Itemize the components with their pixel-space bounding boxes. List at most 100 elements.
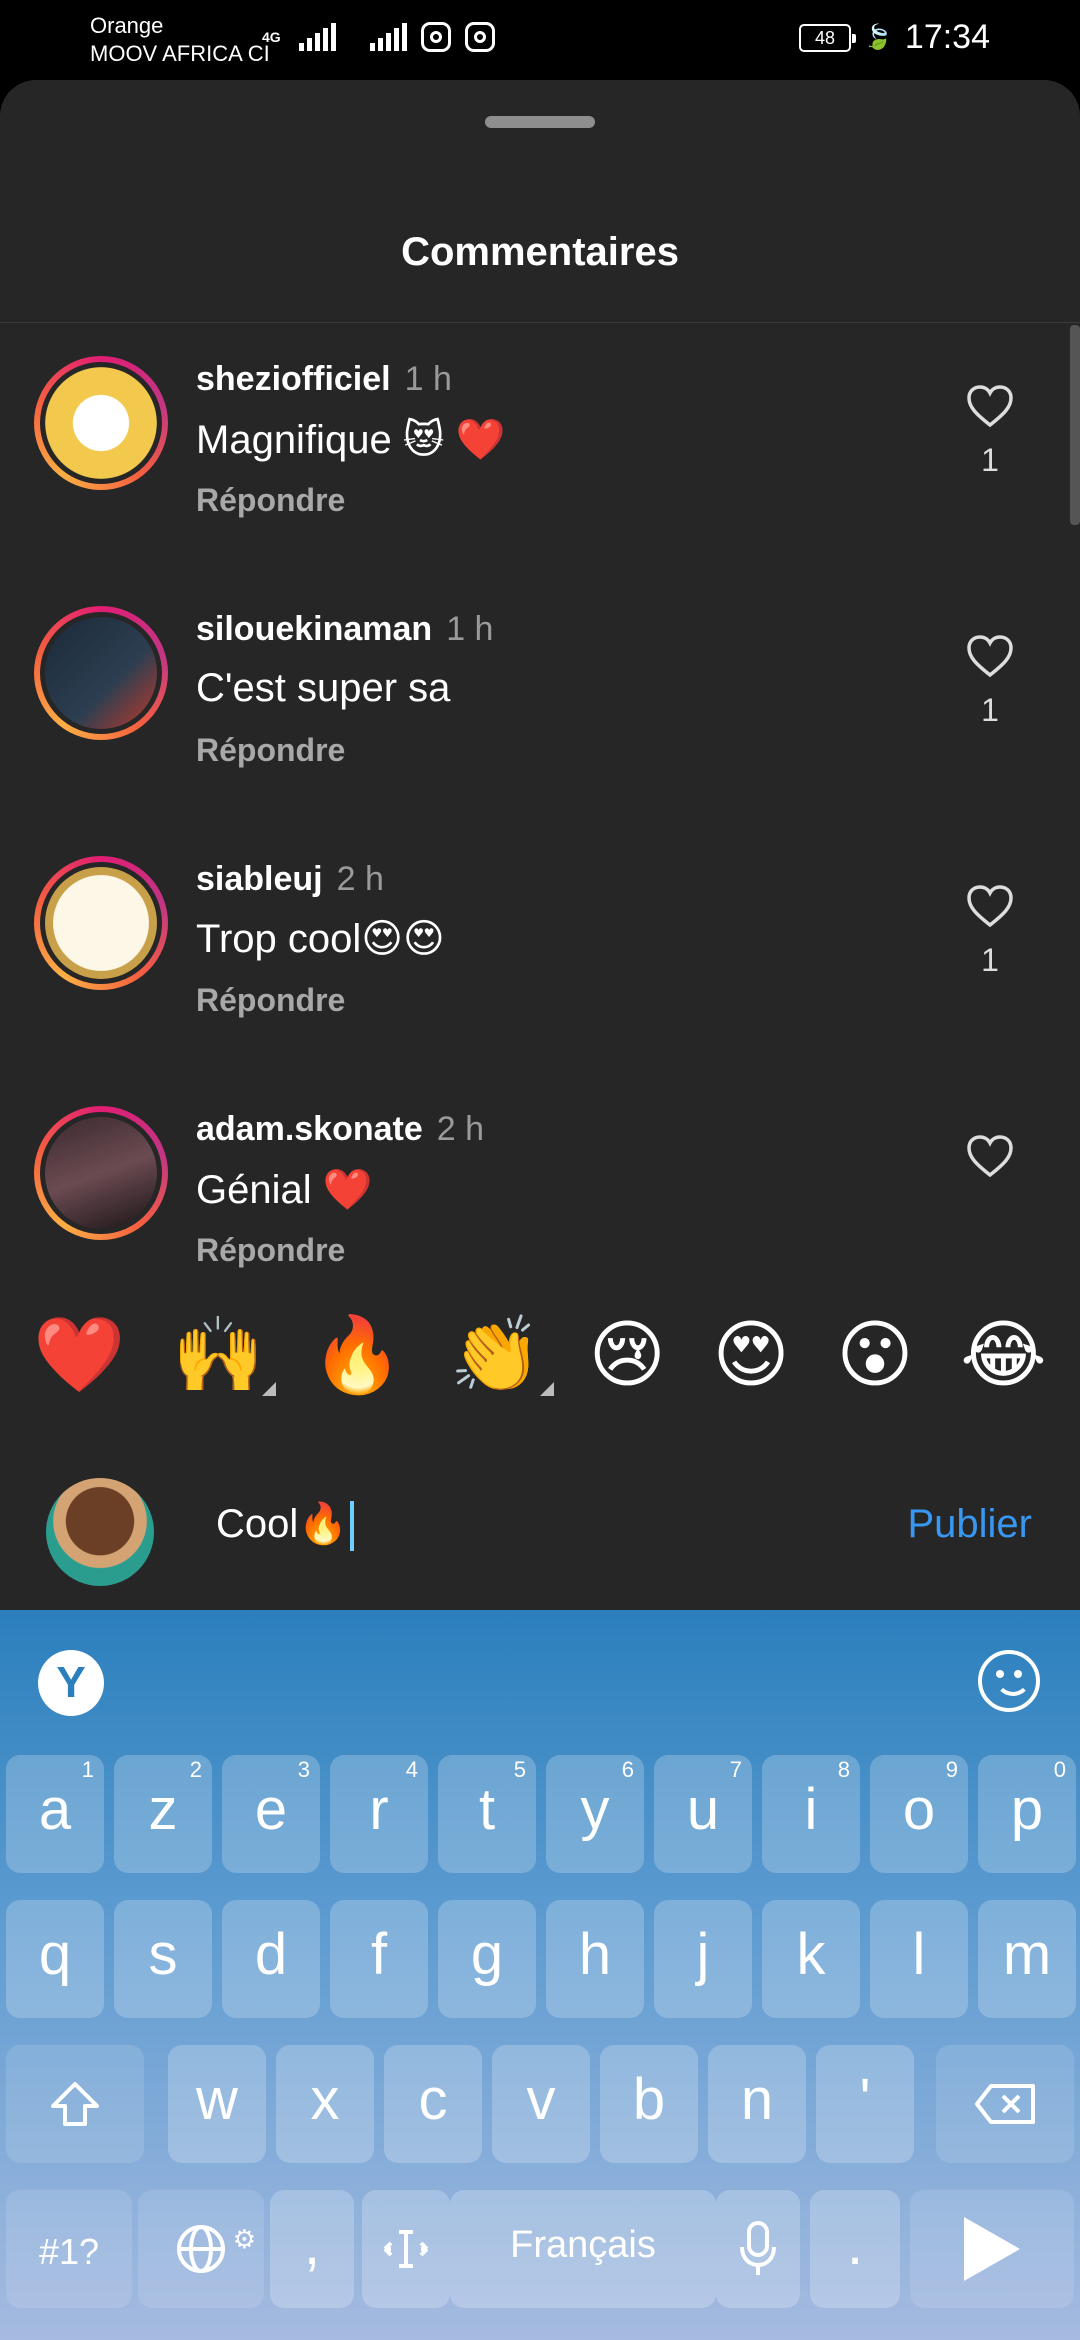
keyboard-logo-icon[interactable]: Y — [38, 1650, 104, 1716]
key-f[interactable]: f — [330, 1900, 428, 2018]
comment-input-value: Cool🔥 — [216, 1502, 349, 1546]
key-label: y — [580, 1777, 610, 1842]
comment-text: C'est super sa — [196, 666, 451, 710]
key-h[interactable]: h — [546, 1900, 644, 2018]
status-right: 48 🍃 17:34 — [799, 18, 990, 57]
comment-username[interactable]: adam.skonate — [196, 1110, 423, 1148]
like-button[interactable] — [960, 1134, 1020, 1192]
emoji-smile-icon[interactable] — [978, 1650, 1040, 1712]
comma-key[interactable]: , — [270, 2190, 354, 2308]
language-key[interactable]: ⚙ — [138, 2190, 264, 2308]
key-r[interactable]: r4 — [330, 1755, 428, 1873]
key-d[interactable]: d — [222, 1900, 320, 2018]
key-p[interactable]: p0 — [978, 1755, 1076, 1873]
comment-username[interactable]: silouekinaman — [196, 610, 432, 648]
reply-button[interactable]: Répondre — [196, 982, 345, 1019]
key-s[interactable]: s — [114, 1900, 212, 2018]
backspace-icon — [975, 2083, 1035, 2124]
key-label: u — [686, 1777, 720, 1842]
comment-item: siableuj 2 h Trop cool😍😍 Répondre 1 — [0, 822, 1080, 1072]
key-apostrophe[interactable]: ' — [816, 2045, 914, 2163]
emoji-laughing-button[interactable]: 😂 — [960, 1310, 1046, 1400]
heart-outline-icon — [967, 1135, 1013, 1178]
key-number-hint: 4 — [405, 1757, 418, 1782]
key-label: r — [369, 1777, 389, 1842]
key-number-hint: 9 — [945, 1757, 958, 1782]
emoji-surprised-button[interactable]: 😮 — [836, 1310, 913, 1400]
comment-username[interactable]: siableuj — [196, 860, 323, 898]
key-z[interactable]: z2 — [114, 1755, 212, 1873]
key-g[interactable]: g — [438, 1900, 536, 2018]
symbols-key[interactable]: #1? — [6, 2190, 132, 2308]
period-key[interactable]: . — [810, 2190, 900, 2308]
keyboard: Y a1z2e3r4t5y6u7i8o9p0 qsdfghjklm wxcvbn… — [0, 1610, 1080, 2340]
key-e[interactable]: e3 — [222, 1755, 320, 1873]
avatar[interactable] — [34, 606, 168, 740]
key-a[interactable]: a1 — [6, 1755, 104, 1873]
send-key[interactable] — [910, 2190, 1074, 2308]
key-b[interactable]: b — [600, 2045, 698, 2163]
sheet-grabber[interactable] — [485, 116, 595, 128]
key-t[interactable]: t5 — [438, 1755, 536, 1873]
send-arrow-icon — [964, 2216, 1020, 2281]
like-count: 1 — [981, 442, 999, 478]
avatar[interactable] — [34, 856, 168, 990]
mic-key[interactable] — [716, 2190, 800, 2308]
key-l[interactable]: l — [870, 1900, 968, 2018]
reply-button[interactable]: Répondre — [196, 732, 345, 769]
key-label: o — [902, 1777, 936, 1842]
signal-icon — [298, 23, 336, 51]
avatar[interactable] — [34, 356, 168, 490]
status-bar: Orange MOOV AFRICA CI 4G 48 🍃 17:34 — [0, 0, 1080, 80]
like-button[interactable]: 1 — [960, 384, 1020, 479]
key-label: z — [148, 1777, 178, 1842]
settings-gear-icon: ⚙ — [232, 2224, 256, 2254]
key-q[interactable]: q — [6, 1900, 104, 2018]
key-x[interactable]: x — [276, 2045, 374, 2163]
comment-time: 2 h — [336, 860, 384, 898]
key-j[interactable]: j — [654, 1900, 752, 2018]
key-u[interactable]: u7 — [654, 1755, 752, 1873]
key-k[interactable]: k — [762, 1900, 860, 2018]
keyboard-toolbar: Y — [0, 1610, 1080, 1750]
key-i[interactable]: i8 — [762, 1755, 860, 1873]
publish-button[interactable]: Publier — [907, 1502, 1032, 1547]
reply-button[interactable]: Répondre — [196, 1232, 345, 1269]
key-number-hint: 2 — [189, 1757, 202, 1782]
emoji-fire-button[interactable]: 🔥 — [311, 1310, 403, 1400]
key-w[interactable]: w — [168, 2045, 266, 2163]
comment-header: adam.skonate 2 h — [196, 1110, 484, 1149]
space-key[interactable]: Français — [450, 2190, 716, 2308]
shift-key[interactable] — [6, 2045, 144, 2163]
emoji-heart-eyes-button[interactable]: 😍 — [713, 1310, 790, 1400]
reply-button[interactable]: Répondre — [196, 482, 345, 519]
instagram-icon-2 — [464, 22, 495, 52]
avatar[interactable] — [34, 1106, 168, 1240]
key-v[interactable]: v — [492, 2045, 590, 2163]
key-number-hint: 7 — [729, 1757, 742, 1782]
key-o[interactable]: o9 — [870, 1755, 968, 1873]
comment-time: 1 h — [404, 360, 452, 398]
key-m[interactable]: m — [978, 1900, 1076, 2018]
key-label: a — [38, 1777, 72, 1842]
comment-input[interactable]: Cool🔥 — [216, 1500, 355, 1552]
emoji-clap-button[interactable]: 👏 — [450, 1310, 554, 1400]
cursor-key[interactable] — [362, 2190, 450, 2308]
emoji-raised-hands-button[interactable]: 🙌 — [172, 1310, 277, 1400]
text-caret — [350, 1501, 355, 1552]
leaf-icon: 🍃 — [863, 24, 893, 51]
emoji-heart-button[interactable]: ❤️ — [33, 1310, 125, 1400]
comment-composer: Cool🔥 Publier — [0, 1430, 1080, 1610]
key-n[interactable]: n — [708, 2045, 806, 2163]
comment-item: sheziofficiel 1 h Magnifique 😻 ❤️ Répondr… — [0, 322, 1080, 572]
comment-item: adam.skonate 2 h Génial ❤️ Répondre — [0, 1072, 1080, 1322]
comment-text: Génial ❤️ — [196, 1168, 373, 1212]
emoji-crying-button[interactable]: 😢 — [589, 1310, 666, 1400]
key-c[interactable]: c — [384, 2045, 482, 2163]
key-y[interactable]: y6 — [546, 1755, 644, 1873]
comment-username[interactable]: sheziofficiel — [196, 360, 391, 398]
like-button[interactable]: 1 — [960, 634, 1020, 729]
like-button[interactable]: 1 — [960, 884, 1020, 979]
heart-outline-icon — [967, 385, 1013, 428]
backspace-key[interactable] — [936, 2045, 1074, 2163]
